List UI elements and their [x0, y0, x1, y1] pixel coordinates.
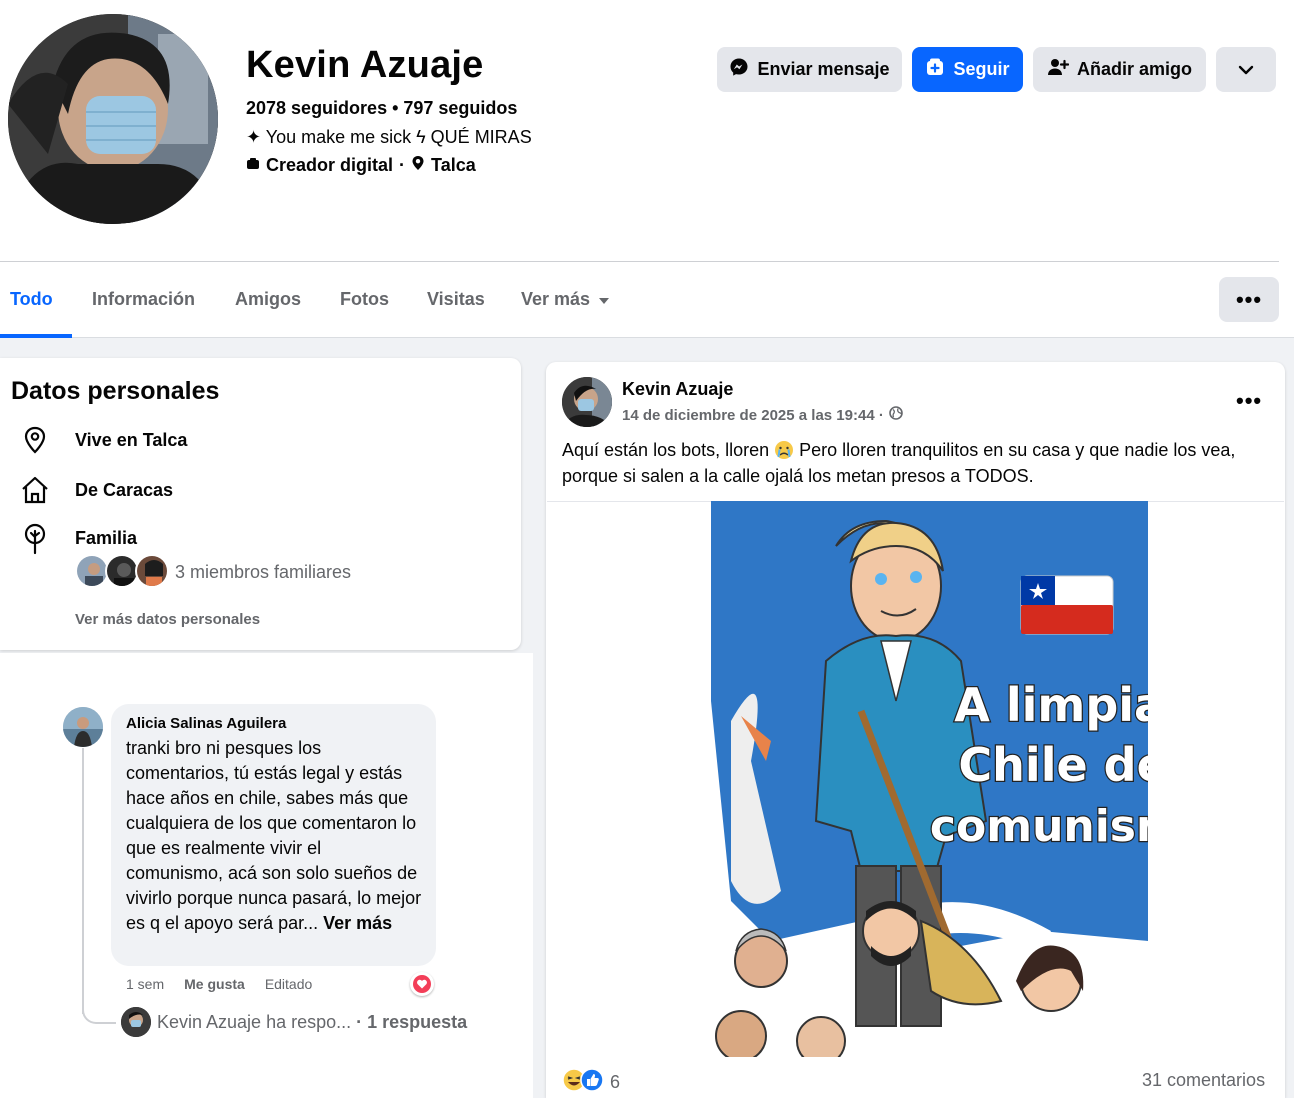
post-text: Aquí están los bots, lloren Pero lloren … [562, 437, 1272, 489]
family-row [20, 523, 50, 555]
image-text-line3: comunismo [930, 801, 1148, 852]
comment-like-button[interactable]: Me gusta [184, 976, 245, 992]
post-image[interactable]: A limpiar Chile del comunismo [711, 501, 1148, 1057]
post-timestamp[interactable]: 14 de diciembre de 2025 a las 19:44 · [622, 406, 903, 424]
reply-avatar [121, 1007, 151, 1037]
profile-tabs: Todo Información Amigos Fotos Visitas Ve… [0, 262, 1294, 338]
follow-label: Seguir [953, 59, 1010, 79]
add-friend-label: Añadir amigo [1076, 59, 1192, 79]
chile-flag-icon [1020, 575, 1114, 635]
profile-category: Creador digital [266, 155, 394, 175]
tab-more-label: Ver más [521, 289, 591, 309]
image-text-line2: Chile del [958, 738, 1148, 792]
profile-avatar[interactable] [8, 14, 218, 224]
comment-body: tranki bro ni pesques los comentarios, t… [126, 738, 422, 933]
thread-connector [82, 1000, 116, 1024]
location-pin-icon [411, 155, 425, 176]
family-avatar[interactable] [135, 554, 169, 588]
tab-all[interactable]: Todo [10, 262, 53, 337]
creator-icon [246, 155, 260, 176]
family-text[interactable]: Familia [75, 528, 137, 549]
follow-icon [925, 57, 945, 82]
post-date-text: 14 de diciembre de 2025 a las 19:44 · [622, 406, 884, 424]
more-dots-icon: ••• [1235, 286, 1263, 312]
follower-stats[interactable]: 2078 seguidores • 797 seguidos [246, 98, 517, 119]
personal-details-title: Datos personales [11, 377, 220, 405]
post-options-button[interactable]: ••• [1236, 388, 1262, 414]
lives-in-text[interactable]: Vive en Talca [75, 430, 187, 451]
family-avatar[interactable] [75, 554, 109, 588]
more-actions-button[interactable] [1216, 47, 1276, 92]
family-count[interactable]: 3 miembros familiares [175, 562, 351, 583]
post-reactions[interactable]: 6 [562, 1068, 620, 1097]
comment-meta: 1 sem Me gusta Editado [126, 976, 312, 992]
comment-time[interactable]: 1 sem [126, 976, 164, 992]
post-author-name[interactable]: Kevin Azuaje [622, 379, 733, 400]
family-avatar[interactable] [105, 554, 139, 588]
add-friend-button[interactable]: Añadir amigo [1033, 47, 1206, 92]
view-replies-link[interactable]: Kevin Azuaje ha respo... · 1 respuesta [157, 1012, 467, 1033]
family-avatars[interactable] [75, 554, 169, 588]
comment-see-more[interactable]: Ver más [323, 913, 392, 933]
tab-friends[interactable]: Amigos [235, 262, 301, 337]
comment-edited: Editado [264, 976, 313, 992]
chevron-down-icon [1238, 59, 1254, 80]
post-author-avatar[interactable] [562, 377, 612, 427]
profile-bio: ✦ You make me sick ϟ QUÉ MIRAS [246, 127, 532, 147]
crying-emoji-icon [774, 440, 794, 460]
profile-location[interactable]: Talca [431, 155, 476, 176]
meta-separator: · [399, 155, 406, 175]
see-more-details-link[interactable]: Ver más datos personales [75, 611, 260, 628]
tabs-overflow-button[interactable]: ••• [1219, 277, 1279, 322]
tab-more[interactable]: Ver más [521, 262, 610, 337]
tab-info[interactable]: Información [92, 262, 195, 337]
heart-reaction-icon[interactable] [410, 972, 434, 996]
send-message-button[interactable]: Enviar mensaje [717, 47, 902, 92]
reaction-count: 6 [610, 1072, 621, 1092]
profile-meta: Creador digital · Talca [246, 155, 476, 176]
thread-line [82, 748, 84, 1014]
caret-down-icon [598, 289, 610, 310]
commenter-name[interactable]: Alicia Salinas Aguilera [126, 715, 286, 732]
family-tree-icon [20, 523, 50, 555]
avatar-photo [8, 14, 218, 224]
tab-photos[interactable]: Fotos [340, 262, 389, 337]
tab-checkins[interactable]: Visitas [427, 262, 485, 337]
home-icon [20, 475, 50, 505]
profile-header: Kevin Azuaje 2078 seguidores • 797 segui… [0, 0, 1294, 262]
post-text-start: Aquí están los bots, lloren [562, 440, 770, 460]
comment-text: tranki bro ni pesques los comentarios, t… [126, 736, 422, 936]
reply-summary: Kevin Azuaje ha respo... [157, 1012, 352, 1032]
reply-count: · 1 respuesta [356, 1012, 468, 1032]
like-reaction-icon [580, 1068, 604, 1097]
commenter-avatar[interactable] [63, 707, 103, 747]
image-text-line1: A limpiar [954, 678, 1148, 732]
profile-name: Kevin Azuaje [246, 44, 484, 86]
messenger-icon [729, 57, 749, 82]
hometown-text[interactable]: De Caracas [75, 480, 173, 501]
globe-icon [889, 406, 903, 424]
lives-in-row [20, 425, 50, 455]
send-message-label: Enviar mensaje [757, 59, 890, 79]
follow-button[interactable]: Seguir [912, 47, 1023, 92]
location-pin-icon [20, 425, 50, 455]
cartoon-illustration: A limpiar Chile del comunismo [711, 501, 1148, 1057]
hometown-row [20, 475, 50, 505]
add-friend-icon [1047, 57, 1070, 82]
comment-count-link[interactable]: 31 comentarios [1142, 1070, 1265, 1091]
